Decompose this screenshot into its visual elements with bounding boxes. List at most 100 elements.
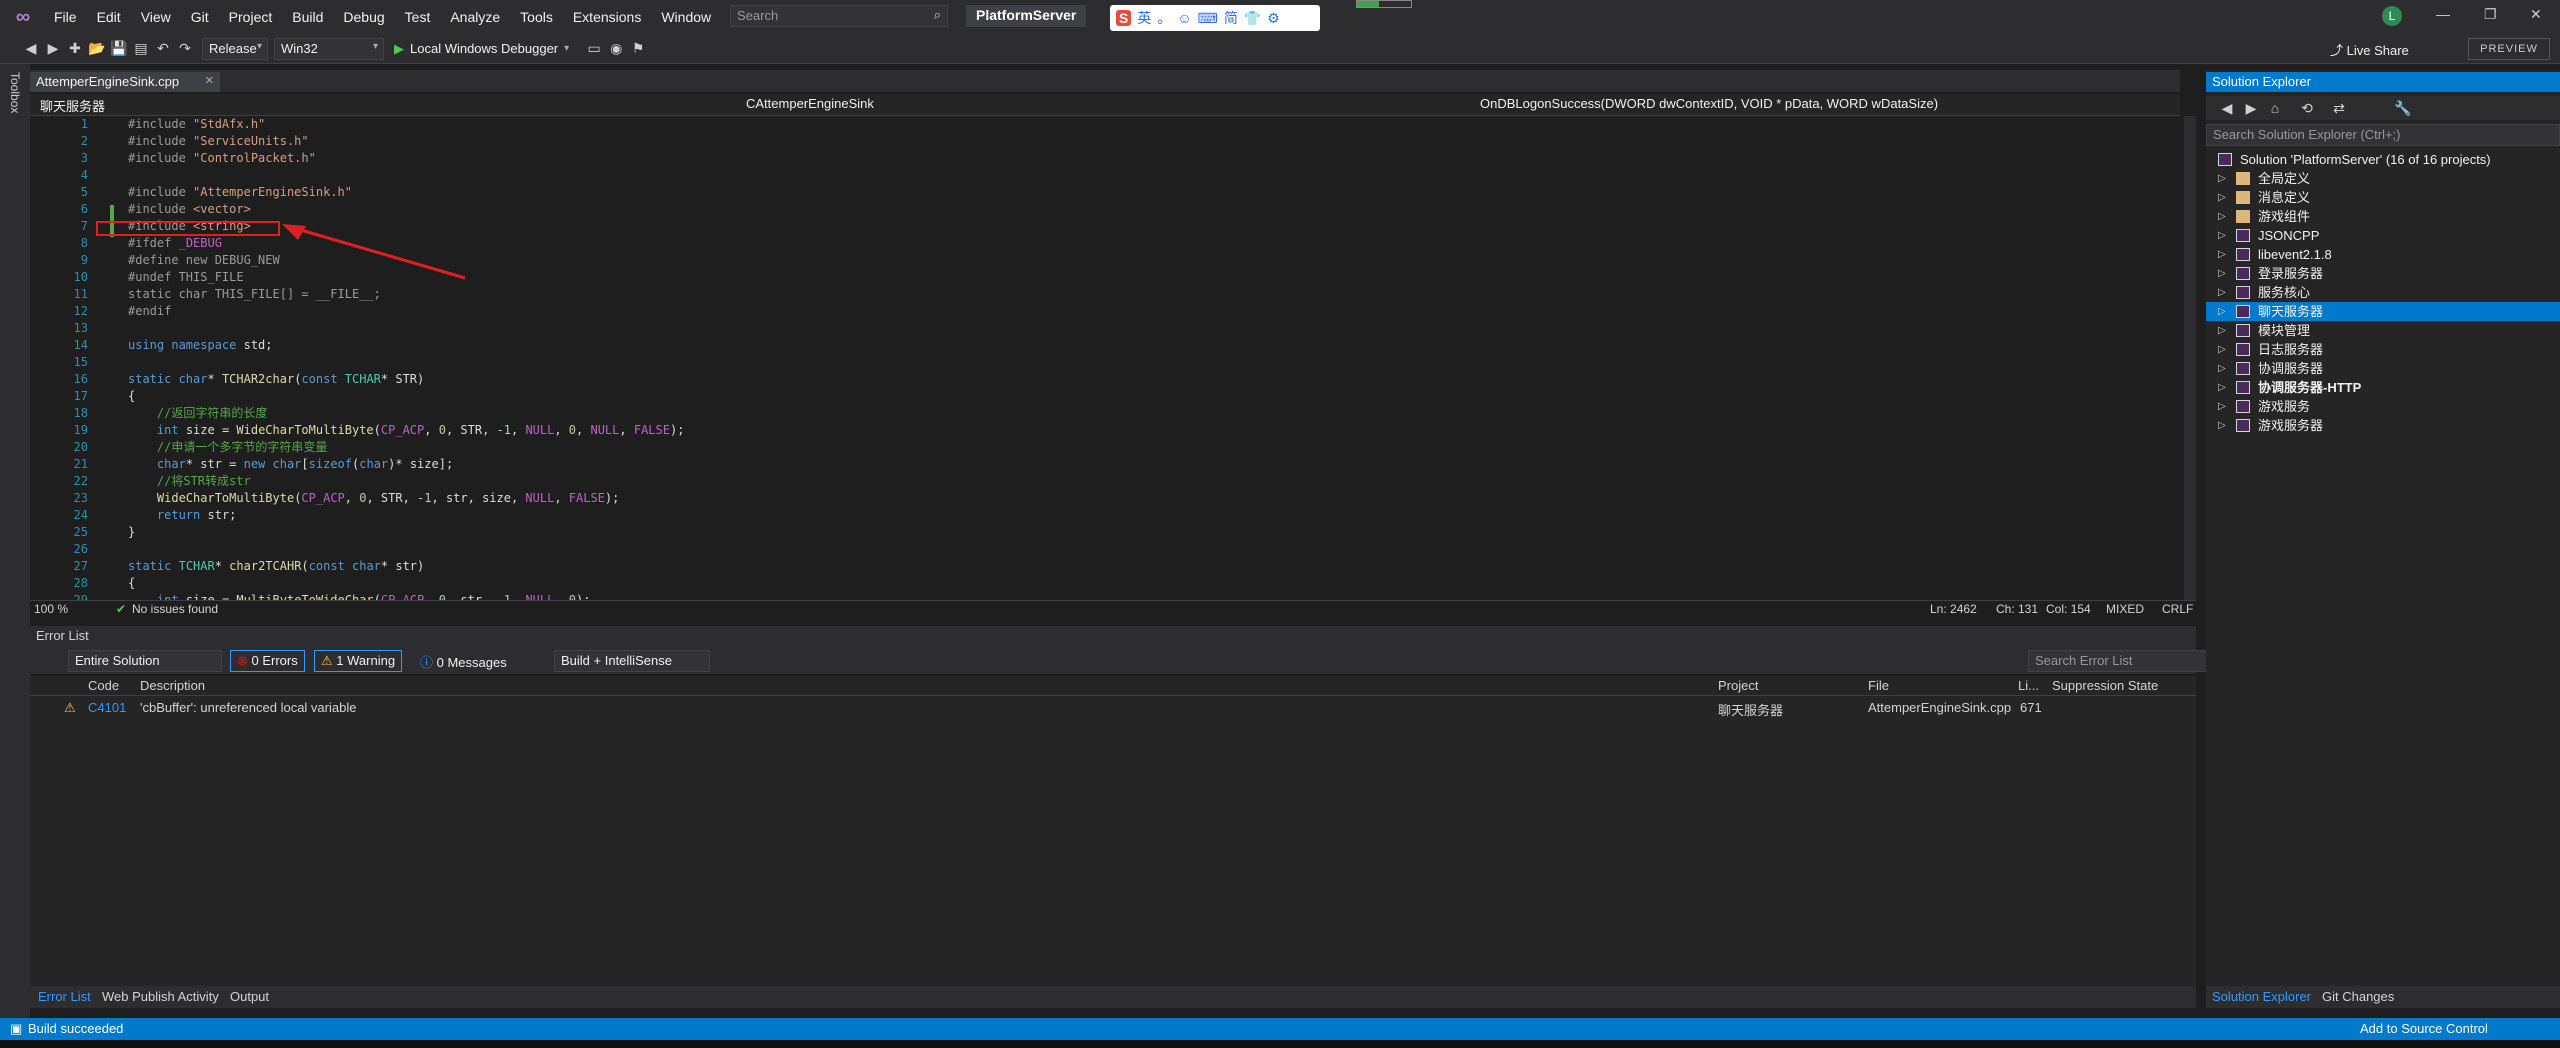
code-line[interactable]: #include "AttemperEngineSink.h" xyxy=(128,184,352,201)
tab-error-list[interactable]: Error List xyxy=(38,989,91,1004)
expand-arrow-icon[interactable]: ▷ xyxy=(2218,245,2226,264)
ime-settings[interactable]: ⚙ xyxy=(1267,10,1280,27)
code-line[interactable]: } xyxy=(128,524,135,541)
expand-arrow-icon[interactable]: ▷ xyxy=(2218,302,2226,321)
code-line[interactable]: static char THIS_FILE[] = __FILE__; xyxy=(128,286,381,303)
save-all-icon[interactable]: ▤ xyxy=(130,40,152,57)
tree-item[interactable]: ▷ 全局定义 xyxy=(2206,169,2560,188)
code-line[interactable]: #undef THIS_FILE xyxy=(128,269,244,286)
code-line[interactable]: int size = WideCharToMultiByte(CP_ACP, 0… xyxy=(128,422,685,439)
tree-item[interactable]: ▷ 游戏服务 xyxy=(2206,397,2560,416)
code-line[interactable]: return str; xyxy=(128,507,236,524)
code-line[interactable]: #ifdef _DEBUG xyxy=(128,235,222,252)
toolbox-strip[interactable]: Toolbox xyxy=(0,64,30,1018)
expand-arrow-icon[interactable]: ▷ xyxy=(2218,283,2226,302)
expand-arrow-icon[interactable]: ▷ xyxy=(2218,359,2226,378)
undo-icon[interactable]: ↶ xyxy=(152,40,174,57)
new-project-icon[interactable]: ✚ xyxy=(64,40,86,57)
member-select[interactable]: OnDBLogonSuccess(DWORD dwContextID, VOID… xyxy=(1474,96,2174,114)
wrench-icon[interactable]: 🔧 xyxy=(2392,100,2414,117)
menu-item-project[interactable]: Project xyxy=(219,9,283,25)
ime-simplified[interactable]: 简 xyxy=(1224,8,1238,28)
preview-badge[interactable]: PREVIEW xyxy=(2468,38,2550,60)
errors-filter-button[interactable]: ⊗ 0 Errors xyxy=(230,650,305,672)
code-line[interactable]: //返回字符串的长度 xyxy=(128,405,267,422)
code-line[interactable]: using namespace std; xyxy=(128,337,273,354)
folder-icon[interactable]: ▭ xyxy=(583,40,605,57)
solution-search-input[interactable]: Search Solution Explorer (Ctrl+;) xyxy=(2206,124,2560,146)
menu-item-build[interactable]: Build xyxy=(282,9,333,25)
expand-arrow-icon[interactable]: ▷ xyxy=(2218,416,2226,435)
tree-item[interactable]: ▷ 游戏服务器 xyxy=(2206,416,2560,435)
code-line[interactable]: //申请一个多字节的字符串变量 xyxy=(128,439,327,456)
expand-arrow-icon[interactable]: ▷ xyxy=(2218,397,2226,416)
column-line[interactable]: Li... xyxy=(2018,678,2039,693)
restore-icon[interactable]: ❐ xyxy=(2484,6,2497,23)
code-line[interactable]: char* str = new char[sizeof(char)* size]… xyxy=(128,456,453,473)
code-line[interactable]: #define new DEBUG_NEW xyxy=(128,252,280,269)
camera-icon[interactable]: ◉ xyxy=(605,40,627,57)
menu-item-edit[interactable]: Edit xyxy=(87,9,131,25)
code-line[interactable]: #include "ServiceUnits.h" xyxy=(128,133,309,150)
expand-arrow-icon[interactable]: ▷ xyxy=(2218,321,2226,340)
editor-scrollbar[interactable] xyxy=(2184,116,2196,600)
code-line[interactable]: //将STR转成str xyxy=(128,473,251,490)
ime-toolbar[interactable]: S 英 。 ☺ ⌨ 简 👕 ⚙ xyxy=(1110,5,1320,31)
code-line[interactable]: #endif xyxy=(128,303,171,320)
tree-item[interactable]: ▷ 协调服务器 xyxy=(2206,359,2560,378)
tab-solution-explorer[interactable]: Solution Explorer xyxy=(2212,989,2311,1004)
menu-item-file[interactable]: File xyxy=(44,9,87,25)
close-tab-icon[interactable]: ✕ xyxy=(205,74,214,87)
menu-item-analyze[interactable]: Analyze xyxy=(440,9,510,25)
eol-format[interactable]: CRLF xyxy=(2162,602,2193,616)
table-row[interactable]: ⚠ C4101 'cbBuffer': unreferenced local v… xyxy=(30,699,2196,719)
ime-emoji[interactable]: ☺ xyxy=(1177,10,1191,26)
tab-git-changes[interactable]: Git Changes xyxy=(2322,989,2394,1004)
expand-arrow-icon[interactable]: ▷ xyxy=(2218,226,2226,245)
live-share-button[interactable]: ⤴ Live Share xyxy=(2330,40,2409,59)
ime-punctuation[interactable]: 。 xyxy=(1157,8,1171,28)
configuration-select[interactable]: Release ▾ xyxy=(202,37,268,60)
issues-status[interactable]: No issues found xyxy=(132,602,218,616)
sync-icon[interactable]: ⇄ xyxy=(2328,100,2350,117)
column-description[interactable]: Description xyxy=(140,678,205,693)
code-editor[interactable] xyxy=(30,116,2184,600)
expand-arrow-icon[interactable]: ▷ xyxy=(2218,188,2226,207)
tab-attemper-engine-sink[interactable]: AttemperEngineSink.cpp ✕ xyxy=(30,72,220,92)
tree-item[interactable]: ▷ libevent2.1.8 xyxy=(2206,245,2560,264)
back-icon[interactable]: ◀ xyxy=(20,40,42,57)
ime-skin[interactable]: 👕 xyxy=(1244,10,1261,27)
column-code[interactable]: Code xyxy=(88,678,119,693)
code-line[interactable]: { xyxy=(128,575,135,592)
code-line[interactable]: #include "ControlPacket.h" xyxy=(128,150,316,167)
history-icon[interactable]: ⟲ xyxy=(2296,100,2318,117)
tree-item[interactable]: ▷ 日志服务器 xyxy=(2206,340,2560,359)
ime-english[interactable]: 英 xyxy=(1137,8,1151,28)
messages-filter-button[interactable]: ⓘ 0 Messages xyxy=(414,650,513,672)
menu-item-view[interactable]: View xyxy=(131,9,181,25)
home-icon[interactable]: ⌂ xyxy=(2264,100,2286,116)
zoom-level[interactable]: 100 % xyxy=(34,602,68,616)
start-debugger-button[interactable]: ▶ Local Windows Debugger ▾ xyxy=(394,41,569,57)
error-scope-select[interactable]: Entire Solution xyxy=(68,650,222,672)
tree-item[interactable]: ▷ 游戏组件 xyxy=(2206,207,2560,226)
menu-item-window[interactable]: Window xyxy=(651,9,721,25)
expand-arrow-icon[interactable]: ▷ xyxy=(2218,340,2226,359)
warnings-filter-button[interactable]: ⚠ 1 Warning xyxy=(314,650,403,672)
tree-item[interactable]: ▷ 服务核心 xyxy=(2206,283,2560,302)
expand-arrow-icon[interactable]: ▷ xyxy=(2218,169,2226,188)
platform-select[interactable]: Win32 ▾ xyxy=(274,37,384,60)
source-control-button[interactable]: Add to Source Control xyxy=(2360,1021,2488,1036)
column-project[interactable]: Project xyxy=(1718,678,1758,693)
tree-item[interactable]: ▷ 聊天服务器 xyxy=(2206,302,2560,321)
avatar[interactable]: L xyxy=(2382,6,2402,26)
save-icon[interactable]: 💾 xyxy=(108,40,130,57)
expand-arrow-icon[interactable]: ▷ xyxy=(2218,207,2226,226)
forward-icon[interactable]: ▶ xyxy=(42,40,64,57)
code-line[interactable]: { xyxy=(128,388,135,405)
ime-keyboard[interactable]: ⌨ xyxy=(1198,10,1218,27)
error-code-link[interactable]: C4101 xyxy=(88,700,126,715)
open-icon[interactable]: 📂 xyxy=(86,40,108,57)
column-suppression[interactable]: Suppression State xyxy=(2052,678,2158,693)
menu-item-extensions[interactable]: Extensions xyxy=(563,9,651,25)
